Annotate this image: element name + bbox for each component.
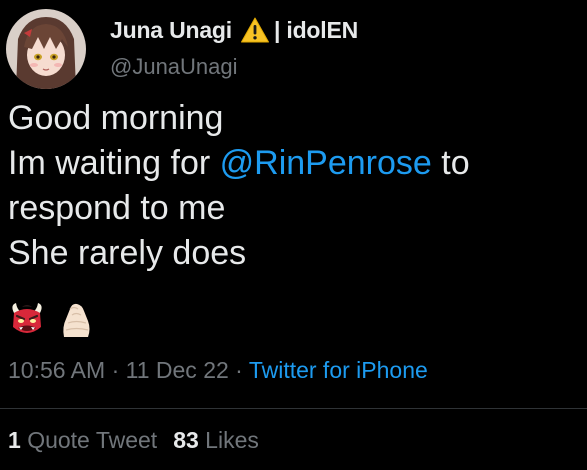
likes-stat[interactable]: 83 Likes [173,427,259,453]
tweet-time[interactable]: 10:56 AM [8,357,105,383]
pinched-fingers-icon [63,303,90,337]
tweet-line: respond to me [8,186,578,231]
quote-tweets-label: Quote Tweet [27,427,158,453]
meta-separator: · [228,357,249,383]
author-handle[interactable]: @JunaUnagi [110,54,238,80]
tweet-line: Im waiting for @RinPenrose to [8,141,578,186]
author-display-name[interactable]: Juna Unagi [110,17,232,44]
mention-link[interactable]: @RinPenrose [220,144,432,182]
tweet-text-segment: Im waiting for [8,144,220,182]
tweet-text-segment: respond to me [8,189,226,227]
tweet-line: Good morning [8,96,578,141]
likes-count: 83 [173,427,199,453]
author-name-suffix[interactable]: | idolEN [274,17,358,44]
tweet-text-segment: to [431,144,470,182]
tweet-text: Good morning Im waiting for @RinPenrose … [8,96,578,276]
divider [0,408,587,409]
meta-separator: · [105,357,126,383]
ogre-icon [12,303,42,333]
quote-tweets-count: 1 [8,427,21,453]
tweet-text-segment: She rarely does [8,234,247,272]
warning-icon [240,16,270,44]
quote-tweets-stat[interactable]: 1 Quote Tweet [8,427,157,453]
likes-label: Likes [205,427,259,453]
tweet-text-segment: Good morning [8,99,224,137]
emoji-row [8,300,94,340]
tweet-stats: 1 Quote Tweet 83 Likes [8,427,259,454]
tweet-line: She rarely does [8,231,578,276]
tweet-source-link[interactable]: Twitter for iPhone [249,357,428,383]
tweet-date[interactable]: 11 Dec 22 [126,357,229,383]
tweet-meta: 10:56 AM · 11 Dec 22 · Twitter for iPhon… [8,357,428,384]
author-name-row[interactable]: Juna Unagi | idolEN [110,14,358,46]
avatar-image [6,9,86,89]
avatar[interactable] [6,9,86,89]
tweet: Juna Unagi | idolEN @JunaUnagi Good morn… [0,0,587,470]
